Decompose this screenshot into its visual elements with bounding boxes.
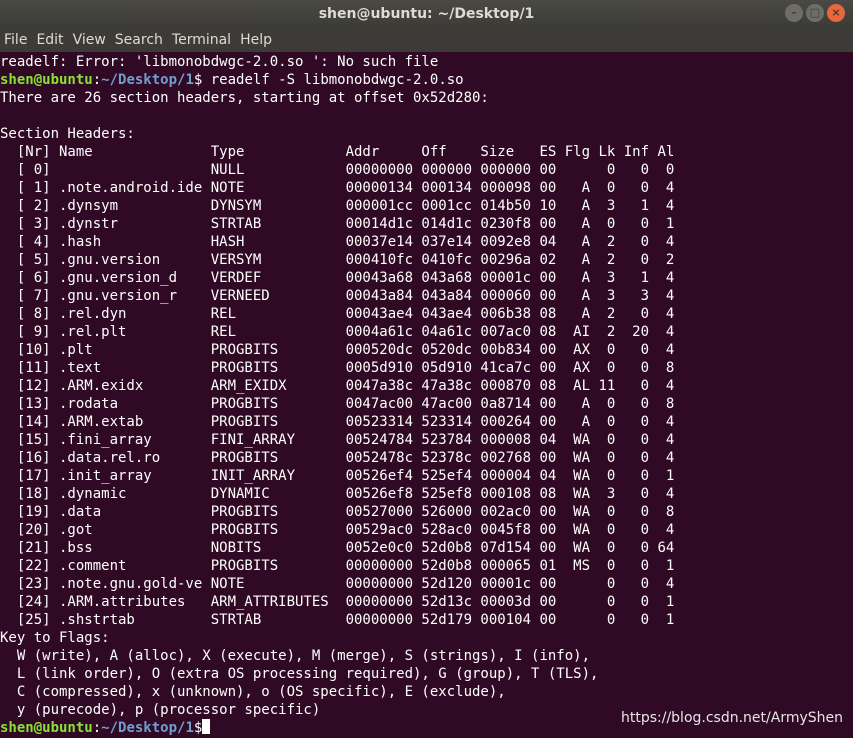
output-line: [24] .ARM.attributes ARM_ATTRIBUTES 0000… [0, 594, 675, 610]
output-line: [ 6] .gnu.version_d VERDEF 00043a68 043a… [0, 270, 675, 286]
menu-file[interactable]: File [0, 28, 32, 52]
menu-help[interactable]: Help [236, 28, 277, 52]
menu-bar: File Edit View Search Terminal Help [0, 28, 853, 52]
watermark: https://blog.csdn.net/ArmyShen [620, 710, 843, 726]
minimize-icon[interactable]: – [785, 4, 803, 22]
output-line: C (compressed), x (unknown), o (OS speci… [0, 684, 506, 700]
output-line: [14] .ARM.extab PROGBITS 00523314 523314… [0, 414, 675, 430]
output-line: Section Headers: [0, 126, 135, 142]
output-line: [ 9] .rel.plt REL 0004a61c 04a61c 007ac0… [0, 324, 675, 340]
output-line: [22] .comment PROGBITS 00000000 52d0b8 0… [0, 558, 675, 574]
output-line: [16] .data.rel.ro PROGBITS 0052478c 5237… [0, 450, 675, 466]
output-line: [ 2] .dynsym DYNSYM 000001cc 0001cc 014b… [0, 198, 675, 214]
output-line: [25] .shstrtab STRTAB 00000000 52d179 00… [0, 612, 675, 628]
output-line: [18] .dynamic DYNAMIC 00526ef8 525ef8 00… [0, 486, 675, 502]
window-controls: – □ × [785, 4, 845, 22]
terminal-cursor [202, 719, 211, 734]
prompt-path: ~/Desktop/1 [101, 720, 194, 736]
output-line: [Nr] Name Type Addr Off Size ES Flg Lk I… [0, 144, 675, 160]
window-title: shen@ubuntu: ~/Desktop/1 [318, 6, 535, 22]
output-line: [21] .bss NOBITS 0052e0c0 52d0b8 07d154 … [0, 540, 675, 556]
output-line: [ 1] .note.android.ide NOTE 00000134 000… [0, 180, 675, 196]
prompt-userhost: shen@ubuntu [0, 720, 93, 736]
menu-search[interactable]: Search [111, 28, 168, 52]
terminal-output[interactable]: readelf: Error: 'libmonobdwgc-2.0.so ': … [0, 53, 853, 738]
output-line: Key to Flags: [0, 630, 110, 646]
menu-terminal[interactable]: Terminal [168, 28, 236, 52]
output-line: [ 4] .hash HASH 00037e14 037e14 0092e8 0… [0, 234, 675, 250]
menu-view[interactable]: View [69, 28, 111, 52]
prompt-command: readelf -S libmonobdwgc-2.0.so [202, 72, 464, 88]
output-line: [ 8] .rel.dyn REL 00043ae4 043ae4 006b38… [0, 306, 675, 322]
output-line: [11] .text PROGBITS 0005d910 05d910 41ca… [0, 360, 675, 376]
prompt-symbol: $ [193, 720, 203, 736]
output-line: There are 26 section headers, starting a… [0, 90, 489, 106]
output-line: [ 5] .gnu.version VERSYM 000410fc 0410fc… [0, 252, 675, 268]
output-line: [10] .plt PROGBITS 000520dc 0520dc 00b83… [0, 342, 675, 358]
output-line: [12] .ARM.exidx ARM_EXIDX 0047a38c 47a38… [0, 378, 675, 394]
output-line: [13] .rodata PROGBITS 0047ac00 47ac00 0a… [0, 396, 675, 412]
output-line: [15] .fini_array FINI_ARRAY 00524784 523… [0, 432, 675, 448]
output-line: [ 3] .dynstr STRTAB 00014d1c 014d1c 0230… [0, 216, 675, 232]
menu-edit[interactable]: Edit [32, 28, 68, 52]
close-icon[interactable]: × [827, 4, 845, 22]
output-line: [ 0] NULL 00000000 000000 000000 00 0 0 … [0, 162, 675, 178]
maximize-icon[interactable]: □ [806, 4, 824, 22]
output-line: [ 7] .gnu.version_r VERNEED 00043a84 043… [0, 288, 675, 304]
output-line: readelf: Error: 'libmonobdwgc-2.0.so ': … [0, 54, 439, 70]
output-line: [17] .init_array INIT_ARRAY 00526ef4 525… [0, 468, 675, 484]
prompt-path: ~/Desktop/1 [101, 72, 194, 88]
output-line: [19] .data PROGBITS 00527000 526000 002a… [0, 504, 675, 520]
output-line: L (link order), O (extra OS processing r… [0, 666, 599, 682]
output-line: [20] .got PROGBITS 00529ac0 528ac0 0045f… [0, 522, 675, 538]
window-titlebar[interactable]: shen@ubuntu: ~/Desktop/1 – □ × [0, 0, 853, 28]
output-line: W (write), A (alloc), X (execute), M (me… [0, 648, 591, 664]
output-line: [23] .note.gnu.gold-ve NOTE 00000000 52d… [0, 576, 675, 592]
prompt-userhost: shen@ubuntu [0, 72, 93, 88]
prompt-line: shen@ubuntu:~/Desktop/1$ readelf -S libm… [0, 72, 464, 88]
